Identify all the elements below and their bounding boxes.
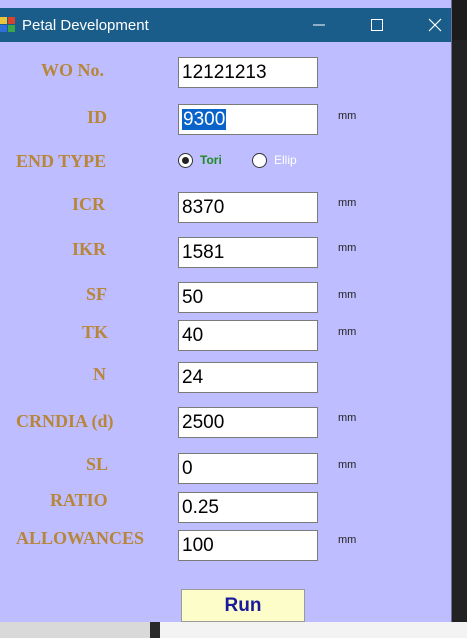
ratio-label: RATIO <box>50 490 108 510</box>
allowances-input[interactable]: 100 <box>178 530 318 561</box>
sf-unit: mm <box>338 289 357 301</box>
background-desktop-bottom <box>0 622 467 638</box>
radio-button[interactable] <box>252 153 267 168</box>
app-icon[interactable] <box>0 17 16 33</box>
tk-label: TK <box>82 322 109 342</box>
id-label: ID <box>87 107 108 127</box>
icr-label: ICR <box>72 194 106 214</box>
radio-tori[interactable]: Tori <box>178 152 243 170</box>
ikr-label: IKR <box>72 239 107 259</box>
radio-ellip[interactable]: Ellip <box>252 152 322 170</box>
radio-selected-dot <box>182 157 189 164</box>
petal-development-window: Petal Development WO No. 12121213 ID 930… <box>0 0 452 622</box>
minimize-icon <box>313 24 325 26</box>
allowances-label: ALLOWANCES <box>16 528 145 548</box>
crndia-unit: mm <box>338 412 357 424</box>
id-unit: mm <box>338 110 357 122</box>
sl-label: SL <box>86 454 109 474</box>
n-input[interactable]: 24 <box>178 362 318 393</box>
maximize-button[interactable] <box>348 8 406 42</box>
tk-unit: mm <box>338 326 357 338</box>
background-strip <box>0 622 150 638</box>
id-input[interactable]: 9300 <box>178 104 318 135</box>
radio-ellip-label: Ellip <box>274 153 297 167</box>
ratio-input[interactable]: 0.25 <box>178 492 318 523</box>
radio-button[interactable] <box>178 153 193 168</box>
background-desktop-right <box>451 40 467 638</box>
wo-no-label: WO No. <box>41 60 104 80</box>
window-title: Petal Development <box>22 17 149 34</box>
maximize-icon <box>371 19 383 31</box>
allowances-unit: mm <box>338 534 357 546</box>
close-button[interactable] <box>406 8 464 42</box>
icr-unit: mm <box>338 197 357 209</box>
crndia-input[interactable]: 2500 <box>178 407 318 438</box>
sl-input[interactable]: 0 <box>178 453 318 484</box>
wo-no-input[interactable]: 12121213 <box>178 57 318 88</box>
end-type-label: END TYPE <box>16 151 107 171</box>
radio-tori-label: Tori <box>200 153 222 167</box>
id-selected-text: 9300 <box>182 109 227 130</box>
sl-unit: mm <box>338 459 357 471</box>
crndia-label: CRNDIA (d) <box>16 411 114 431</box>
sf-label: SF <box>86 284 108 304</box>
minimize-button[interactable] <box>290 8 348 42</box>
n-label: N <box>93 364 106 384</box>
tk-input[interactable]: 40 <box>178 320 318 351</box>
icr-input[interactable]: 8370 <box>178 192 318 223</box>
run-button[interactable]: Run <box>181 589 305 622</box>
title-bar[interactable]: Petal Development <box>0 8 451 42</box>
ikr-input[interactable]: 1581 <box>178 237 318 268</box>
sf-input[interactable]: 50 <box>178 282 318 313</box>
ikr-unit: mm <box>338 242 357 254</box>
close-icon <box>428 18 442 32</box>
background-strip <box>160 622 467 638</box>
